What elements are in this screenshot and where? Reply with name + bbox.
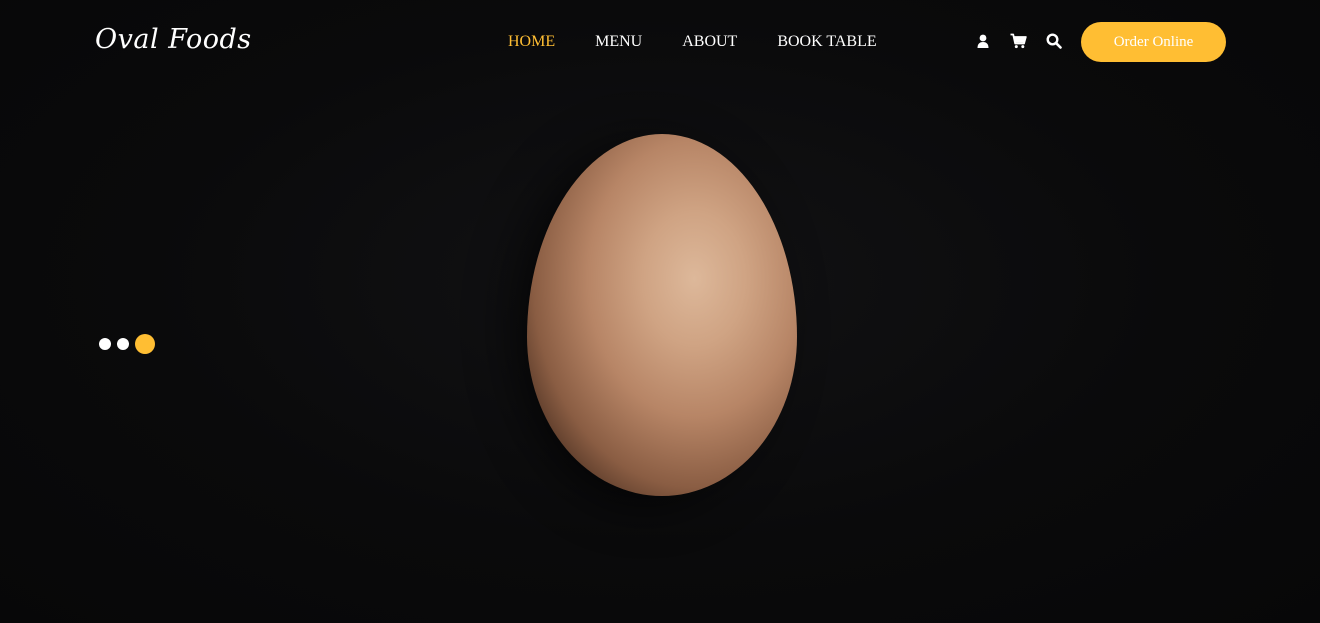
nav-item-about[interactable]: ABOUT [682, 33, 737, 51]
nav-item-menu[interactable]: MENU [595, 33, 642, 51]
nav-item-book-table[interactable]: BOOK TABLE [777, 33, 876, 51]
slider-dot-2[interactable] [117, 338, 129, 350]
hero-section [0, 0, 1320, 623]
slider-dot-3-active[interactable] [135, 334, 155, 354]
order-online-button[interactable]: Order Online [1081, 22, 1226, 62]
user-icon[interactable] [975, 33, 991, 49]
main-nav: HOME MENU ABOUT BOOK TABLE [508, 33, 917, 51]
slider-indicators [99, 334, 155, 354]
navbar: Oval Foods HOME MENU ABOUT BOOK TABLE Or… [0, 0, 1320, 84]
slider-dot-1[interactable] [99, 338, 111, 350]
brand-logo[interactable]: Oval Foods [95, 24, 252, 55]
cart-icon[interactable] [1010, 33, 1027, 49]
nav-item-home[interactable]: HOME [508, 33, 555, 51]
search-icon[interactable] [1046, 33, 1062, 49]
